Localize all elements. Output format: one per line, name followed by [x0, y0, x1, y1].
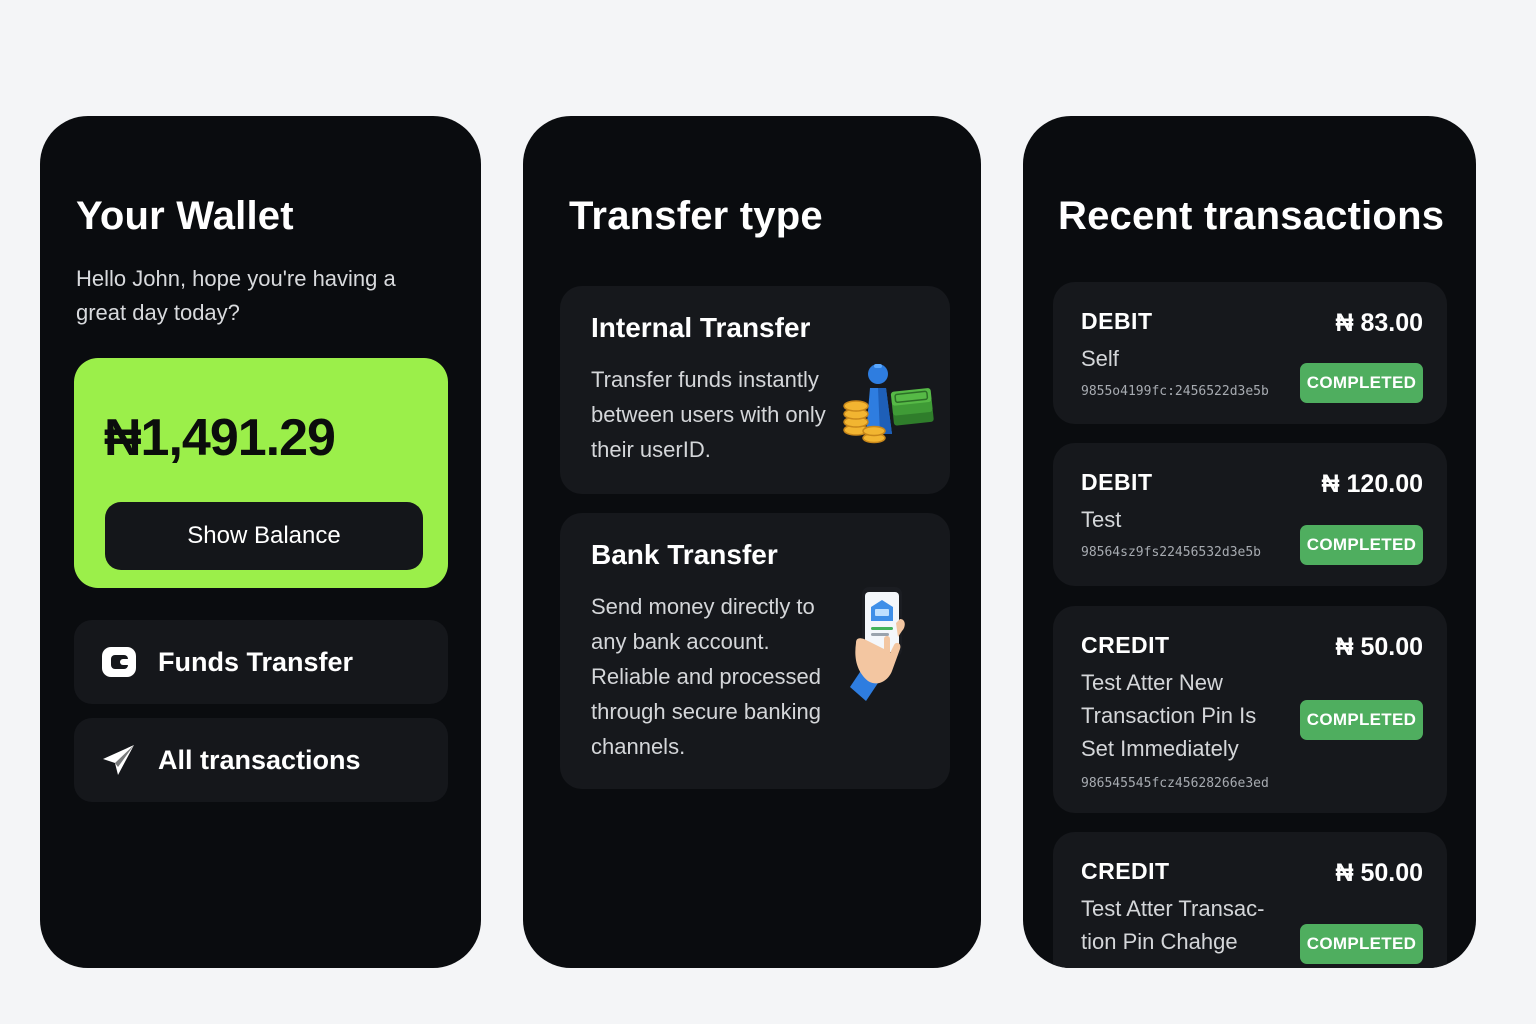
transaction-type: DEBIT — [1081, 469, 1153, 495]
menu-item-all-transactions[interactable]: All transactions — [74, 718, 448, 802]
transaction-item[interactable]: CREDIT ₦ 50.00 Test Atter Transac-tion P… — [1053, 832, 1447, 968]
transaction-type: CREDIT — [1081, 632, 1170, 658]
status-badge: COMPLETED — [1300, 363, 1423, 403]
show-balance-button[interactable]: Show Balance — [105, 502, 423, 570]
transaction-id: 98564sz9fs22456532d3e5b — [1081, 545, 1262, 560]
page-title: Recent transactions — [1058, 194, 1445, 238]
transaction-id: 9855o4199fc:2456522d3e5b — [1081, 384, 1269, 399]
transaction-type: CREDIT — [1081, 858, 1170, 884]
greeting-text: Hello John, hope you're having a great d… — [76, 266, 396, 325]
status-badge: COMPLETED — [1300, 525, 1423, 565]
transaction-description: Self — [1081, 346, 1119, 371]
coins-cash-icon — [842, 362, 934, 446]
transaction-description: Test — [1081, 507, 1122, 532]
transaction-amount: ₦ 50.00 — [1335, 859, 1423, 887]
transaction-item[interactable]: DEBIT ₦ 120.00 Test 98564sz9fs22456532d3… — [1053, 443, 1447, 586]
transaction-type: DEBIT — [1081, 308, 1153, 334]
page-title: Transfer type — [569, 194, 823, 238]
status-badge: COMPLETED — [1300, 700, 1423, 740]
transaction-id: 986545545fcz45628266e3ed — [1081, 776, 1269, 791]
wallet-icon — [100, 643, 138, 681]
transactions-screen: Recent transactions DEBIT ₦ 83.00 Self 9… — [1023, 116, 1476, 968]
transaction-amount: ₦ 50.00 — [1335, 633, 1423, 661]
transaction-amount: ₦ 83.00 — [1335, 309, 1423, 337]
status-badge: COMPLETED — [1300, 924, 1423, 964]
bank-transfer-option[interactable]: Bank Transfer Send money directly to any… — [560, 513, 950, 789]
transaction-description: Test Atter New Transaction Pin Is Set Im… — [1081, 670, 1257, 761]
menu-label: All transactions — [158, 744, 361, 775]
page-title: Your Wallet — [76, 194, 294, 238]
transaction-amount: ₦ 120.00 — [1321, 470, 1423, 498]
wallet-screen: Your Wallet Hello John, hope you're havi… — [40, 116, 481, 968]
balance-amount: ₦1,491.29 — [104, 409, 336, 467]
option-description: Transfer funds instantly between users w… — [591, 367, 826, 462]
transaction-description: Test Atter Transac-tion Pin Chahge — [1081, 896, 1265, 954]
paper-plane-icon — [100, 741, 138, 779]
menu-item-funds-transfer[interactable]: Funds Transfer — [74, 620, 448, 704]
balance-card: ₦1,491.29 Show Balance — [74, 358, 448, 588]
transfer-screen: Transfer type Internal Transfer Transfer… — [523, 116, 981, 968]
option-title: Bank Transfer — [591, 539, 778, 570]
option-description: Send money directly to any bank account.… — [591, 594, 821, 759]
menu-label: Funds Transfer — [158, 646, 354, 677]
internal-transfer-option[interactable]: Internal Transfer Transfer funds instant… — [560, 286, 950, 494]
app-showcase: Your Wallet Hello John, hope you're havi… — [0, 0, 1536, 1024]
phone-hand-icon — [844, 583, 920, 701]
transaction-item[interactable]: CREDIT ₦ 50.00 Test Atter New Transactio… — [1053, 606, 1447, 813]
option-title: Internal Transfer — [591, 312, 811, 343]
transaction-item[interactable]: DEBIT ₦ 83.00 Self 9855o4199fc:2456522d3… — [1053, 282, 1447, 424]
